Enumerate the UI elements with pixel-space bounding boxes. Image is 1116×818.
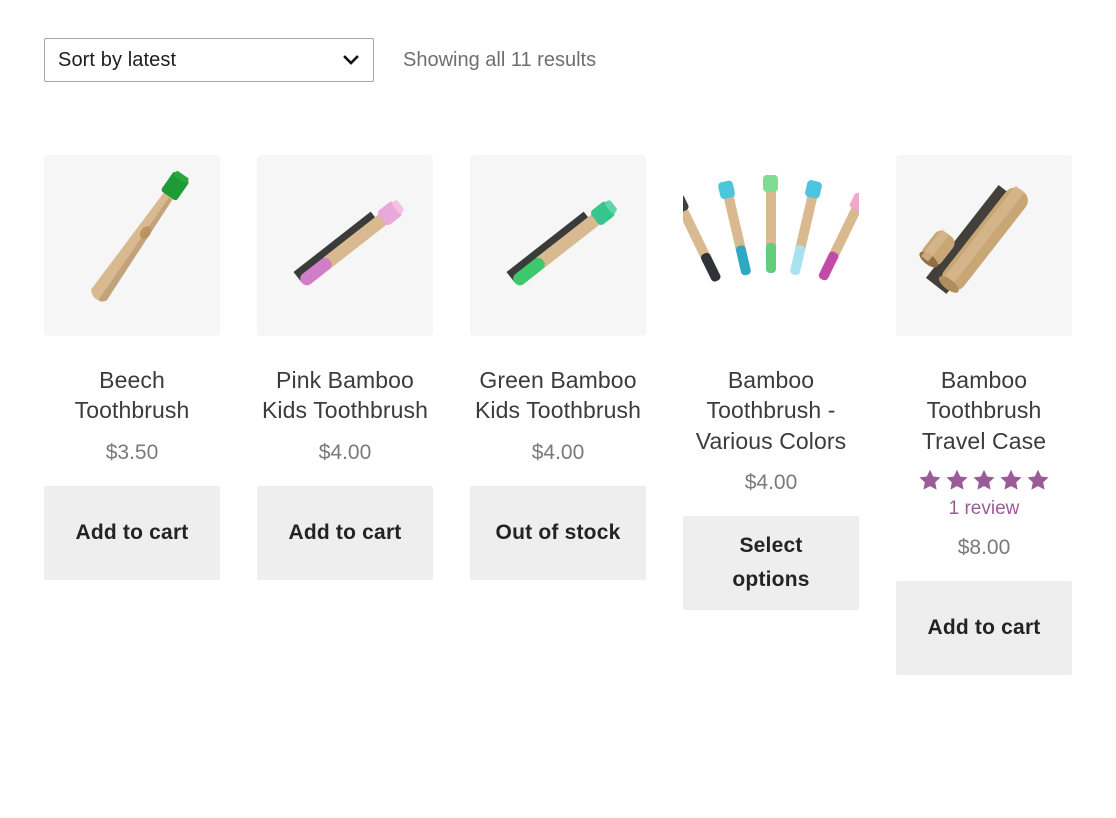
out-of-stock-label: Out of stock [495, 520, 621, 544]
add-to-cart-button[interactable]: Add to cart [896, 581, 1072, 676]
star-icon [1026, 468, 1050, 492]
product-title[interactable]: Bamboo Toothbrush - Various Colors [683, 365, 859, 456]
catalog-toolbar: Sort by latest Showing all 11 results [44, 38, 596, 82]
product-image-green-bamboo-kids-toothbrush[interactable] [470, 155, 646, 336]
shop-product-listing-page: Sort by latest Showing all 11 results Be… [0, 0, 1116, 818]
sort-select-value: Sort by latest [58, 49, 177, 71]
star-icon [918, 468, 942, 492]
product-image-beech-toothbrush-green-bristles[interactable] [44, 155, 220, 336]
star-icon [945, 468, 969, 492]
product-image-pink-bamboo-kids-toothbrush[interactable] [257, 155, 433, 336]
chevron-down-icon [343, 52, 359, 68]
product-title[interactable]: Bamboo Toothbrush Travel Case [896, 365, 1072, 456]
product-card[interactable]: Pink Bamboo Kids Toothbrush $4.00 Add to… [257, 155, 433, 580]
product-card[interactable]: Green Bamboo Kids Toothbrush $4.00 Out o… [470, 155, 646, 580]
add-to-cart-label: Add to cart [75, 520, 189, 544]
product-card[interactable]: Bamboo Toothbrush Travel Case 1 review $… [896, 155, 1072, 676]
star-icon [972, 468, 996, 492]
sort-select[interactable]: Sort by latest [44, 38, 374, 82]
product-price: $4.00 [318, 440, 372, 464]
review-count-link[interactable]: 1 review [949, 498, 1020, 521]
product-card[interactable]: Beech Toothbrush $3.50 Add to cart [44, 155, 220, 580]
product-price: $4.00 [744, 471, 798, 495]
select-options-button[interactable]: Select options [683, 516, 859, 611]
add-to-cart-button[interactable]: Add to cart [257, 485, 433, 580]
out-of-stock-button[interactable]: Out of stock [470, 485, 646, 580]
product-title[interactable]: Beech Toothbrush [44, 365, 220, 426]
star-icon [999, 468, 1023, 492]
product-title[interactable]: Pink Bamboo Kids Toothbrush [257, 365, 433, 426]
add-to-cart-label: Add to cart [288, 520, 402, 544]
results-count: Showing all 11 results [403, 49, 597, 71]
select-options-label: Select options [732, 534, 810, 592]
product-title[interactable]: Green Bamboo Kids Toothbrush [470, 365, 646, 426]
product-price: $8.00 [957, 535, 1011, 559]
product-grid: Beech Toothbrush $3.50 Add to cart Pink … [44, 155, 1076, 676]
product-card[interactable]: Bamboo Toothbrush - Various Colors $4.00… [683, 155, 859, 611]
add-to-cart-label: Add to cart [927, 616, 1041, 640]
product-price: $3.50 [105, 440, 159, 464]
star-rating[interactable] [918, 468, 1050, 492]
product-image-bamboo-toothbrush-various-colors[interactable] [683, 155, 859, 336]
product-price: $4.00 [531, 440, 585, 464]
add-to-cart-button[interactable]: Add to cart [44, 485, 220, 580]
product-image-bamboo-toothbrush-travel-case[interactable] [896, 155, 1072, 336]
